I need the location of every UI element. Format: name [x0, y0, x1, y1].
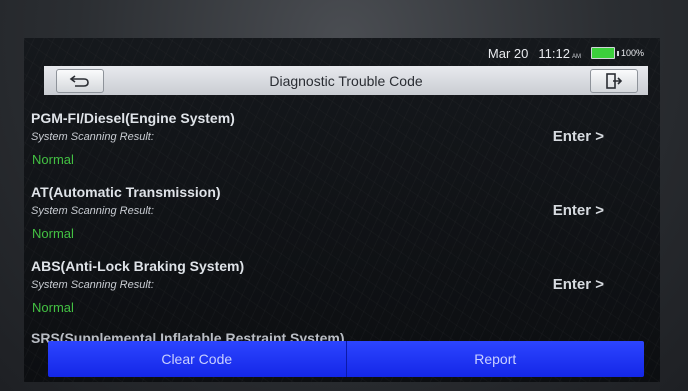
system-item-abs[interactable]: ABS(Anti-Lock Braking System) System Sca… [24, 252, 660, 326]
back-button[interactable] [56, 69, 104, 93]
enter-button[interactable]: Enter > [553, 202, 604, 219]
scan-status: Normal [32, 226, 74, 241]
back-arrow-icon [69, 75, 89, 87]
system-item-transmission[interactable]: AT(Automatic Transmission) System Scanni… [24, 178, 660, 252]
bottom-action-bar: Clear Code Report [48, 341, 644, 377]
system-item-engine[interactable]: PGM-FI/Diesel(Engine System) System Scan… [24, 104, 660, 178]
status-date: Mar 20 [487, 45, 529, 61]
status-bar: Mar 20 11:12 AM 100% [24, 42, 644, 64]
report-button[interactable]: Report [346, 341, 644, 377]
enter-button[interactable]: Enter > [553, 276, 604, 293]
device-screen: Mar 20 11:12 AM 100% Diagnostic Trouble … [24, 38, 660, 382]
status-time-wrap: 11:12 AM [538, 46, 581, 61]
title-bar: Diagnostic Trouble Code [44, 66, 648, 95]
status-time: 11:12 [538, 45, 570, 61]
clear-code-button[interactable]: Clear Code [48, 341, 346, 377]
battery-tip [616, 50, 619, 56]
system-name: PGM-FI/Diesel(Engine System) [31, 110, 235, 126]
battery-icon: 100% [590, 47, 644, 59]
scan-status: Normal [32, 152, 74, 167]
status-ampm: AM [571, 53, 581, 60]
enter-button[interactable]: Enter > [553, 128, 604, 145]
scan-result-label: System Scanning Result: [31, 205, 154, 217]
exit-button[interactable] [590, 69, 638, 93]
scan-result-label: System Scanning Result: [31, 131, 154, 143]
scan-result-label: System Scanning Result: [31, 279, 154, 291]
system-name: ABS(Anti-Lock Braking System) [31, 258, 245, 274]
exit-icon [606, 73, 623, 89]
scan-status: Normal [32, 300, 74, 315]
page-title: Diagnostic Trouble Code [269, 72, 423, 89]
battery-percent: 100% [620, 48, 644, 58]
battery-level [590, 47, 615, 59]
system-name: AT(Automatic Transmission) [31, 184, 221, 200]
